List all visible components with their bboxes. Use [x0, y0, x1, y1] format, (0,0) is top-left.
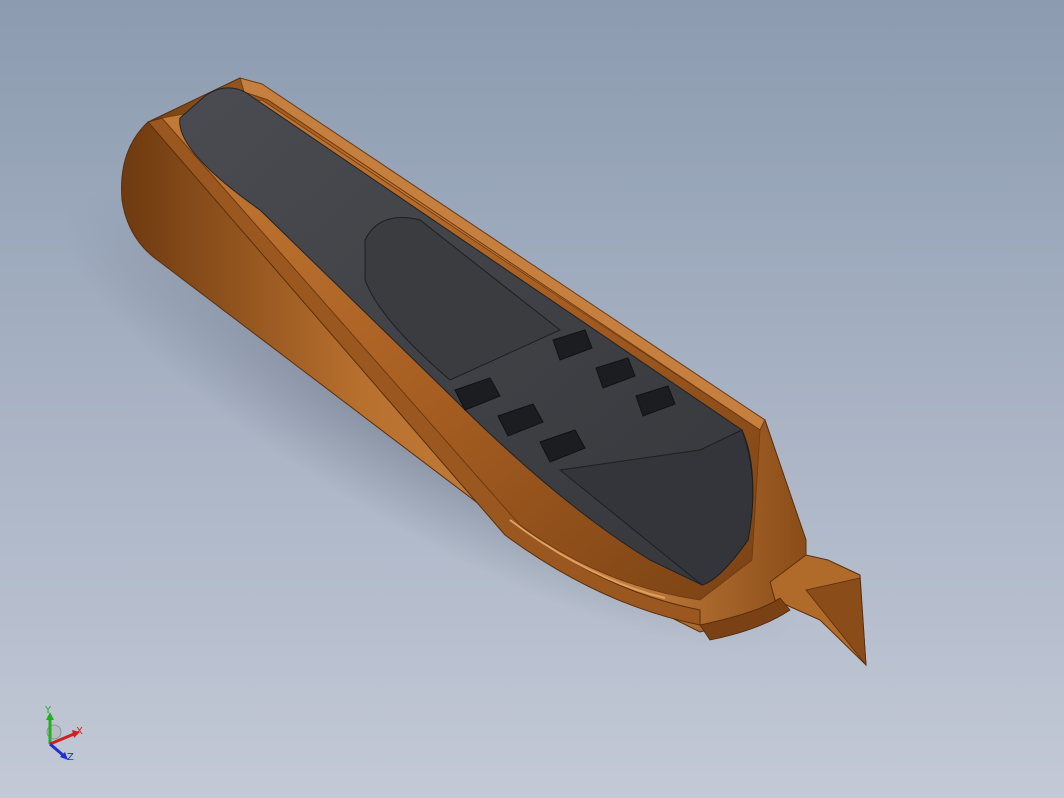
triad-z-label: Z	[67, 752, 74, 763]
orientation-triad[interactable]: Y X Z	[40, 704, 90, 764]
model-view[interactable]	[0, 0, 1064, 798]
nib-facet	[805, 577, 867, 667]
triad-y-label: Y	[44, 705, 52, 716]
graphics-viewport[interactable]: Y X Z	[0, 0, 1064, 798]
triad-z-axis	[49, 742, 65, 758]
triad-x-label: X	[76, 726, 83, 737]
